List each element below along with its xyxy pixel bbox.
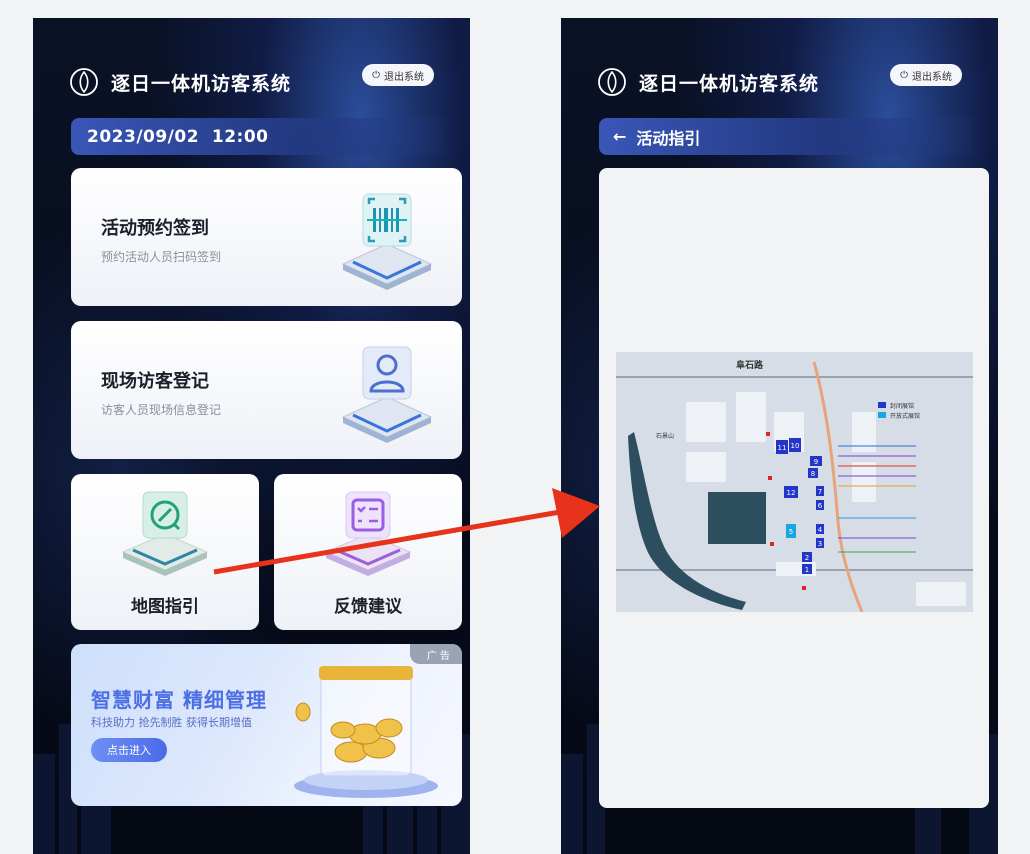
logout-label: 退出系统 (384, 71, 424, 83)
checklist-icon (324, 491, 412, 576)
hall-2-label: 2 (805, 554, 809, 562)
logout-button[interactable]: ⏻ 退出系统 (890, 64, 962, 86)
app-title: 逐日一体机访客系统 (111, 72, 292, 95)
card-subtitle: 预约活动人员扫码签到 (101, 250, 222, 264)
coin-jar-illustration (294, 666, 438, 798)
ad-headline: 智慧财富 精细管理 (91, 688, 267, 712)
person-icon (341, 346, 433, 443)
legend-closed-swatch (878, 402, 886, 408)
hall-4-label: 4 (818, 526, 823, 534)
app-logo-icon (70, 68, 98, 96)
card-subtitle: 访客人员现场信息登记 (101, 403, 222, 417)
hall-3-label: 3 (818, 540, 822, 548)
app-logo-icon (598, 68, 626, 96)
datetime-text: 2023/09/02 12:00 (87, 126, 269, 147)
logout-label: 退出系统 (912, 71, 952, 83)
barcode-scan-icon (341, 193, 433, 290)
tile-title: 地图指引 (131, 597, 199, 617)
hall-8-label: 8 (811, 470, 815, 478)
legend-closed-label: 封闭展馆 (890, 402, 914, 410)
card-title: 现场访客登记 (101, 371, 209, 392)
map-guide-screen: 逐日一体机访客系统 ⏻ 退出系统 ← 活动指引 11 10 9 8 12 7 6… (561, 18, 998, 854)
hall-11-label: 11 (778, 444, 787, 452)
hall-5-label: 5 (789, 528, 793, 536)
ad-subtitle: 科技助力 抢先制胜 获得长期增值 (91, 716, 252, 729)
legend-open-label: 开放式展馆 (890, 412, 920, 420)
tile-title: 反馈建议 (334, 597, 402, 617)
ad-banner[interactable]: 广 告 智慧财富 精细管理 科技助力 抢先制胜 获得长期增值 点击进入 (71, 644, 462, 806)
hall-6-label: 6 (818, 502, 823, 510)
card-title: 活动预约签到 (101, 218, 209, 239)
map-panel: 11 10 9 8 12 7 6 5 4 3 2 1 封闭展馆 开放式展馆 阜石… (599, 168, 989, 808)
app-title: 逐日一体机访客系统 (639, 72, 820, 95)
hall-12-label: 12 (787, 489, 796, 497)
venue-map[interactable]: 11 10 9 8 12 7 6 5 4 3 2 1 封闭展馆 开放式展馆 阜石… (616, 352, 973, 612)
onsite-registration-card[interactable]: 现场访客登记 访客人员现场信息登记 (71, 321, 462, 459)
datetime-bar: 2023/09/02 12:00 (71, 118, 447, 155)
app-header: 逐日一体机访客系统 (597, 62, 819, 102)
legend-open-swatch (878, 412, 886, 418)
page-title: 活动指引 (636, 128, 701, 148)
app-header: 逐日一体机访客系统 (69, 62, 291, 102)
map-guide-tile[interactable]: 地图指引 (71, 474, 259, 630)
place-label: 石景山 (656, 432, 674, 440)
power-icon: ⏻ (372, 69, 380, 81)
hall-10-label: 10 (791, 442, 800, 450)
activity-checkin-card[interactable]: 活动预约签到 预约活动人员扫码签到 (71, 168, 462, 306)
hall-7-label: 7 (818, 488, 822, 496)
compass-icon (121, 491, 209, 576)
road-label: 阜石路 (736, 359, 764, 371)
power-icon: ⏻ (900, 69, 908, 81)
back-navigation-bar[interactable]: ← 活动指引 (599, 118, 973, 155)
feedback-tile[interactable]: 反馈建议 (274, 474, 462, 630)
hall-9-label: 9 (814, 458, 818, 466)
logout-button[interactable]: ⏻ 退出系统 (362, 64, 434, 86)
arrow-left-icon[interactable]: ← (613, 127, 626, 146)
hall-1-label: 1 (805, 566, 809, 574)
ad-enter-button[interactable]: 点击进入 (91, 738, 167, 762)
home-screen: 逐日一体机访客系统 ⏻ 退出系统 2023/09/02 12:00 活动预约签到… (33, 18, 470, 854)
